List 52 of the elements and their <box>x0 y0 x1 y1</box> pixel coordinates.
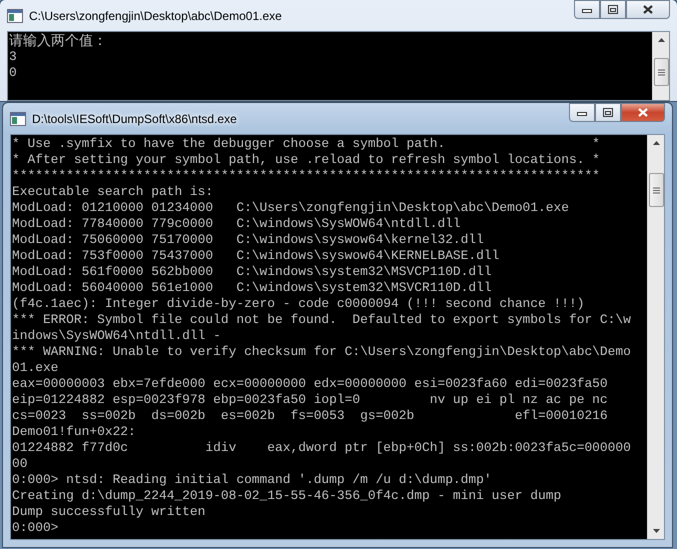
console-line: Demo01!fun+0x22: <box>12 424 136 440</box>
console-line: *** WARNING: Unable to verify checksum for C:\Users\zongfengjin\Desktop\abc\Demo <box>12 344 631 360</box>
console-line: ModLoad: 753f0000 75437000 C:\windows\syswow64\KERNELBASE.dll <box>12 248 500 264</box>
maximize-icon <box>608 5 618 14</box>
console-line: ModLoad: 01210000 01234000 C:\Users\zongfengjin\Desktop\abc\Demo01.exe <box>12 200 569 216</box>
scroll-thumb[interactable] <box>648 173 664 207</box>
console-line: (f4c.1aec): Integer divide-by-zero - code c0000094 (!!! second chance !!!) <box>12 296 584 312</box>
close-icon <box>643 5 653 14</box>
console-line: ModLoad: 561f0000 562bb000 C:\windows\system32\MSVCP110D.dll <box>12 264 492 280</box>
window-title: D:\tools\IESoft\DumpSoft\x86\ntsd.exe <box>32 110 237 128</box>
console-line: 3 <box>9 49 17 65</box>
console-line: eax=00000003 ebx=7efde000 ecx=00000000 edx=00000000 esi=0023fa60 edi=0023fa50 <box>12 376 608 392</box>
up-arrow-icon <box>658 38 664 42</box>
console-line: * After setting your symbol path, use .reload to refresh symbol locations. * <box>12 152 600 168</box>
console-line: 01.exe <box>12 360 58 376</box>
console-icon <box>10 112 26 126</box>
close-icon <box>638 108 648 117</box>
window-title: C:\Users\zongfengjin\Desktop\abc\Demo01.exe <box>29 8 282 24</box>
console-line: ModLoad: 77840000 779c0000 C:\windows\SysWOW64\ntdll.dll <box>12 216 461 232</box>
console-icon <box>7 8 23 22</box>
scrollbar[interactable] <box>647 135 664 539</box>
console-line: Dump successfully written <box>12 504 206 520</box>
minimize-icon <box>577 110 587 116</box>
minimize-button[interactable] <box>574 0 600 19</box>
console-line: 0:000> ntsd: Reading initial command '.dump /m /u d:\dump.dmp' <box>12 472 492 488</box>
scroll-thumb[interactable] <box>654 58 668 86</box>
console-line: ModLoad: 56040000 561e1000 C:\windows\system32\MSVCR110D.dll <box>12 280 492 296</box>
console-line: Executable search path is: <box>12 184 214 200</box>
console-line: indows\SysWOW64\ntdll.dll - <box>12 328 221 344</box>
up-arrow-icon <box>652 141 660 145</box>
console-line: ModLoad: 75060000 75170000 C:\windows\syswow64\kernel32.dll <box>12 232 484 248</box>
console-line: 00 <box>12 456 28 472</box>
minimize-icon <box>582 6 592 12</box>
console-line: eip=01224882 esp=0023f978 ebp=0023fa50 iopl=0 nv up ei pl nz ac pe nc <box>12 392 608 408</box>
grip-icon <box>652 186 660 194</box>
grip-icon <box>658 68 664 76</box>
console-line: Creating d:\dump_2244_2019-08-02_15-55-46-356_0f4c.dmp - mini user dump <box>12 488 562 504</box>
console-line: **************************************************************************** <box>12 168 600 184</box>
console-line: * Use .symfix to have the debugger choose a symbol path. * <box>12 136 600 152</box>
maximize-icon <box>603 108 613 117</box>
console-line: 0:000> <box>12 520 58 536</box>
console-line: *** ERROR: Symbol file could not be found. Defaulted to export symbols for C:\w <box>12 312 631 328</box>
console-line: cs=0023 ss=002b ds=002b es=002b fs=0053 gs=002b efl=00010216 <box>12 408 608 424</box>
maximize-button[interactable] <box>600 0 626 19</box>
console-line: 01224882 f77d0c idiv eax,dword ptr [ebp+0Ch] ss:002b:0023fa5c=000000 <box>12 440 631 456</box>
minimize-button[interactable] <box>569 103 595 122</box>
console-line: 请输入两个值： <box>9 33 107 49</box>
down-arrow-icon <box>652 529 660 533</box>
console-line: 0 <box>9 65 17 81</box>
close-button[interactable] <box>626 0 670 19</box>
maximize-button[interactable] <box>595 103 621 122</box>
scrollbar[interactable] <box>652 32 669 100</box>
